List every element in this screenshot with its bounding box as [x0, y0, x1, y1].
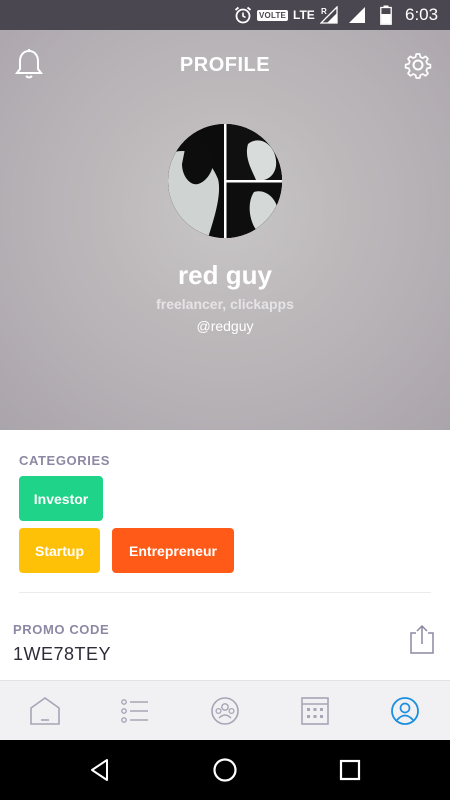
- profile-handle: @redguy: [196, 318, 254, 334]
- tab-people[interactable]: [208, 694, 242, 728]
- status-bar: VOLTE LTE R 6:03: [0, 0, 450, 30]
- gear-icon: [404, 53, 432, 79]
- avatar[interactable]: [168, 124, 282, 238]
- category-chip-entrepreneur[interactable]: Entrepreneur: [112, 528, 234, 573]
- profile-icon: [391, 697, 419, 725]
- avatar-image: [168, 124, 282, 238]
- share-icon: [410, 624, 434, 654]
- recents-icon: [339, 759, 361, 781]
- back-icon: [91, 759, 108, 781]
- profile-role: freelancer, clickapps: [156, 296, 294, 312]
- back-button[interactable]: [86, 756, 114, 784]
- recents-button[interactable]: [336, 756, 364, 784]
- network-type: LTE: [293, 8, 315, 22]
- home-button[interactable]: [211, 756, 239, 784]
- categories-label: CATEGORIES: [19, 453, 110, 468]
- profile-header: PROFILE red guy freelancer, clickapps @r…: [0, 30, 450, 430]
- calendar-icon: [301, 697, 329, 725]
- tab-list[interactable]: [118, 694, 152, 728]
- promo-code-value: 1WE78TEY: [13, 644, 112, 664]
- home-circle-icon: [213, 758, 237, 782]
- tab-calendar[interactable]: [298, 694, 332, 728]
- signal-full-icon: [348, 0, 366, 30]
- list-icon: [121, 699, 148, 723]
- tab-profile[interactable]: [388, 694, 422, 728]
- page-title: PROFILE: [179, 54, 271, 76]
- settings-button[interactable]: [403, 50, 433, 80]
- roaming-indicator: R: [321, 6, 327, 16]
- category-chip-startup[interactable]: Startup: [19, 528, 100, 573]
- bottom-tab-bar: [0, 680, 450, 740]
- profile-name: red guy: [178, 260, 272, 290]
- category-chip-investor[interactable]: Investor: [19, 476, 103, 521]
- alarm-icon: [233, 0, 253, 30]
- tab-home[interactable]: [28, 694, 62, 728]
- volte-badge: VOLTE: [257, 9, 289, 21]
- profile-details: CATEGORIES Investor Startup Entrepreneur…: [0, 430, 450, 680]
- home-icon: [30, 697, 60, 725]
- battery-icon: [380, 0, 392, 30]
- share-button[interactable]: [409, 624, 435, 654]
- system-navigation-bar: [0, 740, 450, 800]
- promo-code-label: PROMO CODE: [13, 622, 110, 637]
- people-icon: [211, 697, 239, 725]
- clock: 6:03: [405, 5, 439, 24]
- divider: [19, 592, 431, 593]
